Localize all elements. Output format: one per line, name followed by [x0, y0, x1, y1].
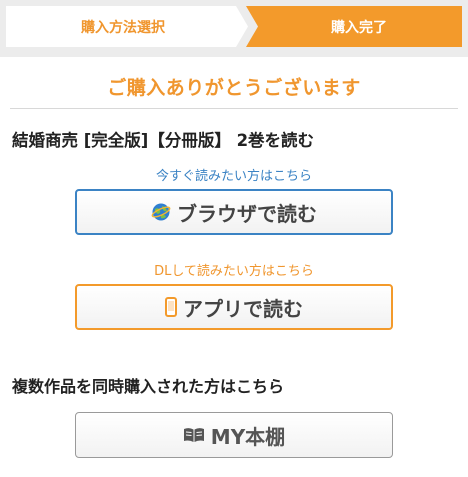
read-in-browser-label: ブラウザで読む — [177, 201, 317, 226]
multi-purchase-heading: 複数作品を同時購入された方はこちら — [12, 377, 285, 396]
thanks-heading: ご購入ありがとうございます — [107, 77, 361, 99]
divider — [10, 108, 458, 109]
smartphone-icon — [165, 297, 177, 317]
step-purchase-complete-label: 購入完了 — [331, 19, 387, 36]
step-select-method: 購入方法選択 — [6, 6, 248, 47]
my-bookshelf-label: MY本棚 — [210, 424, 286, 449]
step-select-method-label: 購入方法選択 — [81, 19, 165, 36]
read-in-app-button[interactable]: アプリで読む — [75, 284, 393, 330]
globe-icon — [151, 202, 171, 222]
step-purchase-complete: 購入完了 — [246, 6, 462, 47]
my-bookshelf-button[interactable]: MY本棚 — [75, 412, 393, 458]
read-in-app-label: アプリで読む — [183, 296, 303, 321]
book-title: 結婚商売 [完全版]【分冊版】 2巻を読む — [12, 131, 315, 150]
step-indicator: 購入方法選択 購入完了 — [0, 0, 468, 57]
app-lead-text: DLして読みたい方はこちら — [154, 264, 314, 279]
open-book-icon — [183, 427, 205, 443]
browser-lead-text: 今すぐ読みたい方はこちら — [155, 169, 312, 184]
read-in-browser-button[interactable]: ブラウザで読む — [75, 189, 393, 235]
